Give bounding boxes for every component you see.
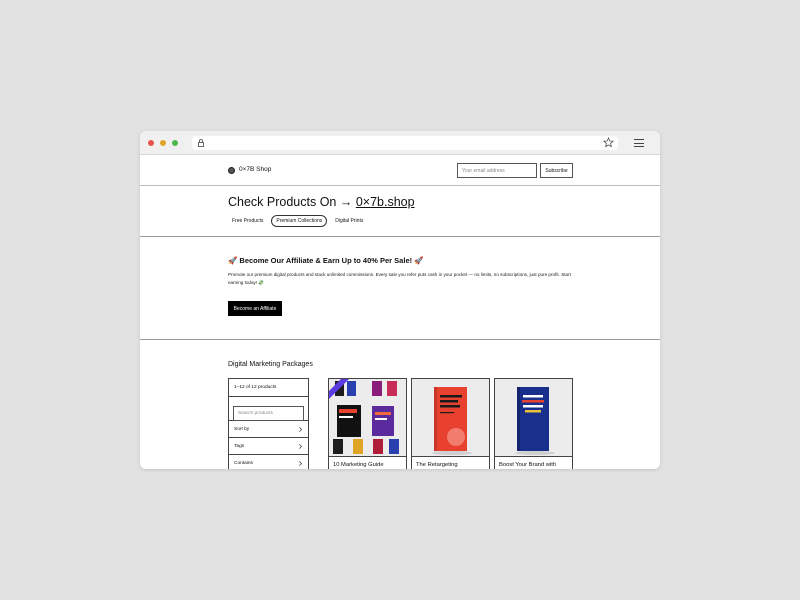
product-title: Boost Your Brand with bbox=[499, 462, 557, 468]
section-title: Digital Marketing Packages bbox=[228, 361, 313, 368]
email-field[interactable] bbox=[457, 163, 537, 178]
contains-filter[interactable]: Contains bbox=[229, 455, 308, 469]
contains-label: Contains bbox=[234, 461, 253, 466]
page-title: Check Products On → 0×7b.shop bbox=[228, 195, 415, 209]
minimize-window-button[interactable] bbox=[160, 140, 166, 146]
tab-premium-collections[interactable]: Premium Collections bbox=[271, 215, 328, 227]
product-count: 1–12 of 12 products bbox=[229, 379, 308, 397]
sort-by-filter[interactable]: Sort by bbox=[229, 421, 308, 438]
maximize-window-button[interactable] bbox=[172, 140, 178, 146]
product-title: The Retargeting bbox=[416, 462, 458, 468]
product-image-book-red bbox=[412, 379, 489, 457]
become-affiliate-button[interactable]: Become an Affiliate bbox=[228, 301, 282, 316]
product-image-bundle bbox=[329, 379, 406, 457]
shop-domain-link[interactable]: 0×7b.shop bbox=[356, 195, 415, 209]
page-title-prefix: Check Products On → bbox=[228, 195, 356, 209]
tags-filter[interactable]: Tags bbox=[229, 438, 308, 455]
menu-icon[interactable] bbox=[634, 139, 644, 147]
product-title: 10 Marketing Guide bbox=[333, 462, 384, 468]
sort-by-label: Sort by bbox=[234, 427, 250, 432]
bookmark-star-icon[interactable] bbox=[603, 137, 614, 148]
affiliate-description: Promote our premium digital products and… bbox=[228, 272, 571, 285]
product-image-book-blue bbox=[495, 379, 572, 457]
search-wrapper bbox=[229, 397, 308, 421]
brand-name[interactable]: 0×7B Shop bbox=[239, 166, 271, 173]
packages-section: Digital Marketing Packages 1–12 of 12 pr… bbox=[140, 341, 660, 469]
search-input[interactable] bbox=[233, 406, 304, 421]
tab-digital-prints[interactable]: Digital Prints bbox=[331, 215, 367, 227]
product-card[interactable]: The Retargeting bbox=[411, 378, 490, 469]
site-header: 0×7B Shop Subscribe bbox=[140, 155, 660, 186]
chevron-right-icon bbox=[299, 427, 302, 432]
browser-window: 0×7B Shop Subscribe Check Products On → … bbox=[140, 131, 660, 469]
filter-panel: 1–12 of 12 products Sort by Tags Contain… bbox=[228, 378, 309, 469]
lock-icon bbox=[198, 139, 204, 147]
product-card[interactable]: Boost Your Brand with bbox=[494, 378, 573, 469]
subscribe-button[interactable]: Subscribe bbox=[540, 163, 573, 178]
product-card[interactable]: 10 Marketing Guide bbox=[328, 378, 407, 469]
chevron-right-icon bbox=[299, 444, 302, 449]
logo-icon[interactable] bbox=[228, 167, 235, 174]
affiliate-section: 🚀 Become Our Affiliate & Earn Up to 40% … bbox=[140, 238, 660, 340]
chevron-right-icon bbox=[299, 461, 302, 466]
tab-free-products[interactable]: Free Products bbox=[228, 215, 267, 227]
close-window-button[interactable] bbox=[148, 140, 154, 146]
browser-toolbar bbox=[140, 131, 660, 155]
category-tabs: Free Products Premium Collections Digita… bbox=[228, 215, 367, 227]
tags-label: Tags bbox=[234, 444, 245, 449]
address-bar[interactable] bbox=[192, 136, 618, 150]
affiliate-title: 🚀 Become Our Affiliate & Earn Up to 40% … bbox=[228, 256, 424, 265]
hero-section: Check Products On → 0×7b.shop Free Produ… bbox=[140, 186, 660, 237]
